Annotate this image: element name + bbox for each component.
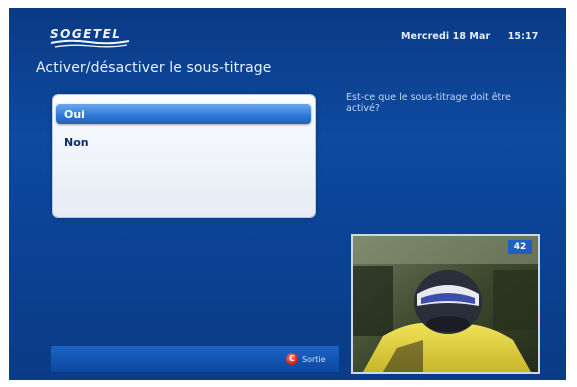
- exit-label: Sortie: [302, 354, 326, 364]
- time-label: 15:17: [507, 31, 539, 42]
- option-list: Oui Non: [53, 95, 315, 217]
- sogetel-logo: SOGETEL: [50, 27, 130, 48]
- preview-image: [353, 236, 538, 372]
- exit-button[interactable]: C Sortie: [286, 350, 326, 368]
- red-c-key-icon: C: [286, 353, 298, 365]
- option-label: Oui: [64, 108, 85, 121]
- svg-text:SOGETEL: SOGETEL: [50, 27, 121, 41]
- option-oui[interactable]: Oui: [56, 104, 311, 124]
- option-non[interactable]: Non: [56, 132, 311, 152]
- date-label: Mercredi 18 Mar: [401, 31, 491, 42]
- tv-screen: SOGETEL Mercredi 18 Mar 15:17 Activer/dé…: [9, 8, 566, 380]
- date-time: Mercredi 18 Mar 15:17: [401, 31, 552, 42]
- channel-number-badge: 42: [508, 240, 532, 254]
- tv-preview: 42: [351, 234, 540, 374]
- option-label: Non: [64, 136, 89, 149]
- page-title: Activer/désactiver le sous-titrage: [36, 60, 272, 76]
- help-text: Est-ce que le sous-titrage doit être act…: [346, 92, 511, 114]
